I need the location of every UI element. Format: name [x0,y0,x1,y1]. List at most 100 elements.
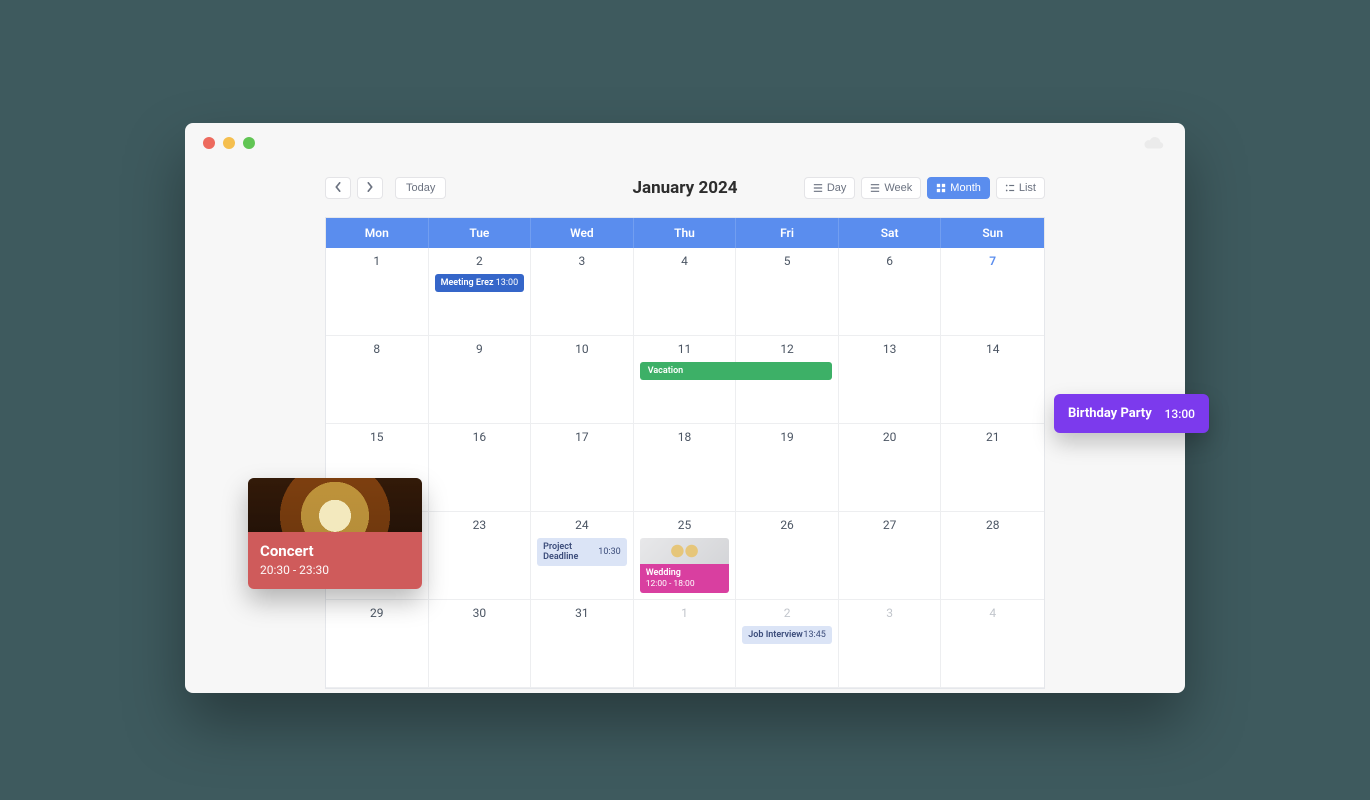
maximize-icon[interactable] [243,137,255,149]
event-title: Birthday Party [1068,406,1152,421]
event-time: 10:30 [598,547,620,557]
day-number: 26 [742,518,832,532]
day-number: 3 [845,606,935,620]
day-cell[interactable]: 16 [429,424,532,512]
day-cell[interactable]: 14 [941,336,1044,424]
calendar-grid: Mon Tue Wed Thu Fri Sat Sun 1 2 Meeting … [325,217,1045,689]
bullet-list-icon [1005,183,1015,193]
event-deadline[interactable]: Project Deadline 10:30 [537,538,627,566]
day-cell[interactable]: 2 Job Interview 13:45 [736,600,839,688]
day-cell[interactable]: 1 [634,600,737,688]
day-number: 27 [845,518,935,532]
weekday: Wed [531,218,634,248]
event-interview[interactable]: Job Interview 13:45 [742,626,832,644]
event-title: Vacation [648,366,684,376]
day-cell[interactable]: 19 [736,424,839,512]
app-window: Today January 2024 Day Week Month List [185,123,1185,693]
close-icon[interactable] [203,137,215,149]
day-number: 16 [435,430,525,444]
concert-body: Concert 20:30 - 23:30 [248,532,422,589]
event-concert-card[interactable]: Concert 20:30 - 23:30 [248,478,422,589]
calendar-toolbar: Today January 2024 Day Week Month List [185,163,1185,209]
titlebar [185,123,1185,163]
day-cell[interactable]: 18 [634,424,737,512]
day-cell[interactable]: 20 [839,424,942,512]
weekday: Fri [736,218,839,248]
cloud-icon [1143,135,1165,151]
weekday: Thu [634,218,737,248]
day-cell[interactable]: 11 Vacation [634,336,737,424]
day-cell[interactable]: 4 [634,248,737,336]
day-cell[interactable]: 3 [531,248,634,336]
day-number: 20 [845,430,935,444]
list-icon [813,183,823,193]
minimize-icon[interactable] [223,137,235,149]
weekday-header: Mon Tue Wed Thu Fri Sat Sun [326,218,1044,248]
day-number: 3 [537,254,627,268]
day-cell[interactable]: 21 [941,424,1044,512]
day-cell[interactable]: 12 [736,336,839,424]
chevron-left-icon [334,182,342,195]
weekday: Tue [429,218,532,248]
view-week-button[interactable]: Week [861,177,921,199]
day-cell[interactable]: 7 [941,248,1044,336]
day-cell[interactable]: 25 Wedding 12:00 - 18:00 [634,512,737,600]
day-number: 7 [947,254,1038,268]
view-day-button[interactable]: Day [804,177,856,199]
day-cell[interactable]: 31 [531,600,634,688]
event-birthday-popover[interactable]: Birthday Party 13:00 [1054,394,1209,433]
day-number: 17 [537,430,627,444]
event-vacation[interactable]: Vacation [640,362,832,380]
day-cell[interactable]: 29 [326,600,429,688]
next-button[interactable] [357,177,383,199]
view-month-button[interactable]: Month [927,177,990,199]
view-list-button[interactable]: List [996,177,1045,199]
today-button[interactable]: Today [395,177,446,199]
view-switcher: Day Week Month List [804,177,1045,199]
event-title: Wedding [646,568,681,578]
day-cell[interactable]: 2 Meeting Erez 13:00 [429,248,532,336]
window-controls [203,137,255,149]
day-cell[interactable]: 4 [941,600,1044,688]
day-cell[interactable]: 10 [531,336,634,424]
day-cell[interactable]: 6 [839,248,942,336]
event-time: 13:00 [496,278,518,288]
day-number: 2 [742,606,832,620]
day-cell[interactable]: 27 [839,512,942,600]
day-cell[interactable]: 3 [839,600,942,688]
weekday: Mon [326,218,429,248]
day-cell[interactable]: 17 [531,424,634,512]
day-number: 19 [742,430,832,444]
day-cell[interactable]: 8 [326,336,429,424]
event-meeting[interactable]: Meeting Erez 13:00 [435,274,525,292]
day-cell[interactable]: 28 [941,512,1044,600]
event-wedding[interactable]: Wedding 12:00 - 18:00 [640,538,730,593]
day-number: 13 [845,342,935,356]
list-icon [870,183,880,193]
day-cell[interactable]: 26 [736,512,839,600]
view-label: List [1019,182,1036,194]
day-number: 8 [332,342,422,356]
day-cell[interactable]: 5 [736,248,839,336]
day-number: 23 [435,518,525,532]
event-time: 20:30 - 23:30 [260,563,410,577]
event-title: Meeting Erez [441,278,494,288]
day-number: 11 [640,342,730,356]
weekday: Sun [941,218,1044,248]
rings-icon [640,538,730,564]
day-cell[interactable]: 23 [429,512,532,600]
nav-group: Today [325,177,446,199]
event-time: 13:00 [1165,407,1195,421]
view-label: Day [827,182,847,194]
day-number: 4 [947,606,1038,620]
prev-button[interactable] [325,177,351,199]
day-number: 1 [640,606,730,620]
day-cell[interactable]: 24 Project Deadline 10:30 [531,512,634,600]
day-cell[interactable]: 9 [429,336,532,424]
day-cell[interactable]: 13 [839,336,942,424]
day-number: 5 [742,254,832,268]
day-cell[interactable]: 1 [326,248,429,336]
day-cell[interactable]: 30 [429,600,532,688]
grid-icon [936,183,946,193]
day-number: 30 [435,606,525,620]
